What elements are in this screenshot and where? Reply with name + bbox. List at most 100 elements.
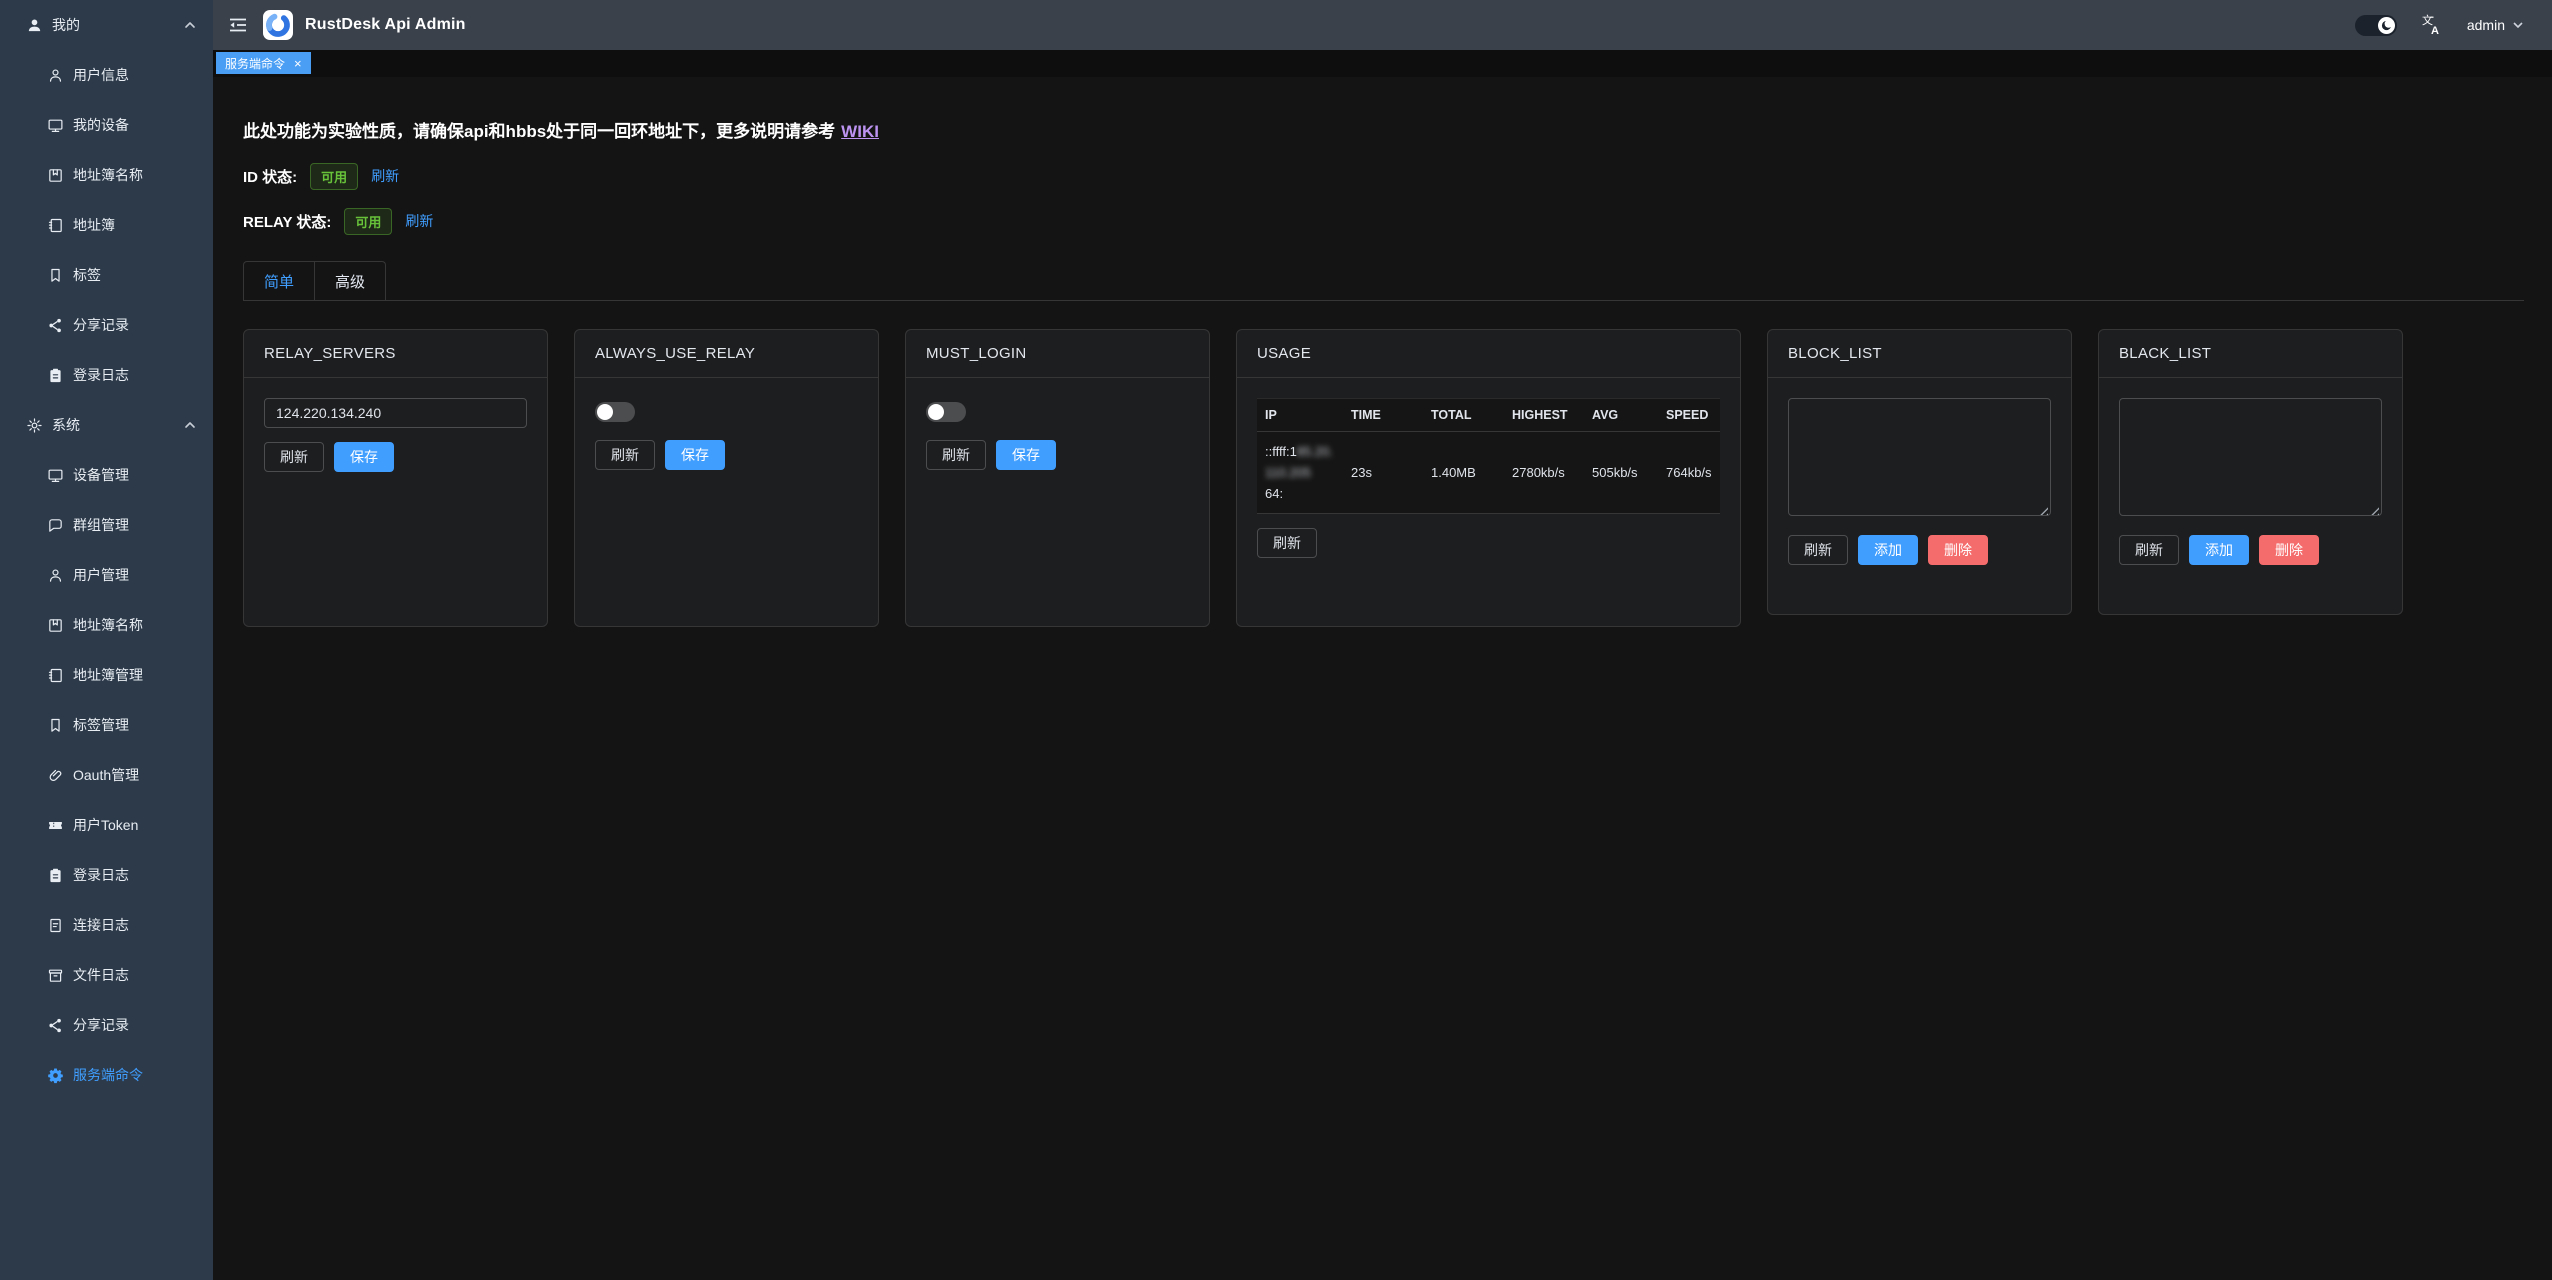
sidebar-item-label: 用户Token xyxy=(73,815,138,835)
monitor-icon xyxy=(47,467,64,484)
user-filled-icon xyxy=(26,17,43,34)
usage-total-cell: 1.40MB xyxy=(1423,432,1504,514)
usage-ip-cell: ::ffff:185.20.110.20564: xyxy=(1257,432,1343,514)
sidebar-item-label: 地址簿 xyxy=(73,215,115,235)
chevron-up-icon[interactable] xyxy=(183,18,197,32)
usage-table-row: ::ffff:185.20.110.20564: 23s 1.40MB 2780… xyxy=(1257,432,1720,514)
relay-status-label: RELAY 状态: xyxy=(243,211,331,232)
tab-strip: 服务端命令 × xyxy=(213,50,2552,77)
block-list-refresh-button[interactable]: 刷新 xyxy=(1788,535,1848,565)
black-list-delete-button[interactable]: 删除 xyxy=(2259,535,2319,565)
sidebar-item-label: 地址簿管理 xyxy=(73,665,143,685)
user-menu[interactable]: admin xyxy=(2467,17,2524,33)
must-login-refresh-button[interactable]: 刷新 xyxy=(926,440,986,470)
language-switch-icon[interactable]: 文 A xyxy=(2421,14,2443,36)
sidebar-item-device-mgmt[interactable]: 设备管理 xyxy=(0,450,213,500)
relay-status-row: RELAY 状态: 可用 刷新 xyxy=(243,208,2524,234)
must-login-save-button[interactable]: 保存 xyxy=(996,440,1056,470)
always-use-relay-save-button[interactable]: 保存 xyxy=(665,440,725,470)
sidebar-item-conn-logs[interactable]: 连接日志 xyxy=(0,900,213,950)
tab-simple[interactable]: 简单 xyxy=(243,261,315,300)
always-use-relay-refresh-button[interactable]: 刷新 xyxy=(595,440,655,470)
relay-servers-input[interactable] xyxy=(264,398,527,428)
chevron-up-icon[interactable] xyxy=(183,418,197,432)
black-list-textarea[interactable] xyxy=(2119,398,2382,516)
card-relay-servers: RELAY_SERVERS 刷新 保存 xyxy=(243,329,548,627)
sidebar-item-my-devices[interactable]: 我的设备 xyxy=(0,100,213,150)
sidebar-item-user-mgmt[interactable]: 用户管理 xyxy=(0,550,213,600)
block-list-add-button[interactable]: 添加 xyxy=(1858,535,1918,565)
user-name: admin xyxy=(2467,17,2505,33)
chat-icon xyxy=(47,517,64,534)
redacted-ip-part: 110.205 xyxy=(1265,465,1311,480)
relay-refresh-link[interactable]: 刷新 xyxy=(405,211,433,231)
sidebar-item-addrbook-name-mgmt[interactable]: 地址簿名称 xyxy=(0,600,213,650)
block-list-textarea[interactable] xyxy=(1788,398,2051,516)
bookmark-icon xyxy=(47,267,64,284)
clipboard-icon xyxy=(47,867,64,884)
rustdesk-logo-icon xyxy=(263,10,293,40)
must-login-switch[interactable] xyxy=(926,402,966,422)
cards-row: RELAY_SERVERS 刷新 保存 ALWAYS_USE_RELAY 刷新 xyxy=(243,329,2524,627)
usage-refresh-button[interactable]: 刷新 xyxy=(1257,528,1317,558)
card-title: ALWAYS_USE_RELAY xyxy=(575,330,878,378)
relay-status-badge: 可用 xyxy=(344,208,392,235)
sidebar-item-group-mgmt[interactable]: 群组管理 xyxy=(0,500,213,550)
document-icon xyxy=(47,917,64,934)
sidebar-item-addrbook-name[interactable]: 地址簿名称 xyxy=(0,150,213,200)
usage-table-header-row: IP TIME TOTAL HIGHEST AVG SPEED xyxy=(1257,399,1720,432)
black-list-refresh-button[interactable]: 刷新 xyxy=(2119,535,2179,565)
sidebar-item-user-info[interactable]: 用户信息 xyxy=(0,50,213,100)
sidebar-item-label: Oauth管理 xyxy=(73,765,139,785)
sidebar-item-share-records-sys[interactable]: 分享记录 xyxy=(0,1000,213,1050)
book-icon xyxy=(47,167,64,184)
sidebar-item-addrbook[interactable]: 地址簿 xyxy=(0,200,213,250)
relay-servers-refresh-button[interactable]: 刷新 xyxy=(264,442,324,472)
close-tab-icon[interactable]: × xyxy=(294,57,302,70)
sidebar-item-file-logs[interactable]: 文件日志 xyxy=(0,950,213,1000)
theme-toggle[interactable] xyxy=(2355,15,2397,36)
sidebar-item-label: 标签管理 xyxy=(73,715,129,735)
sidebar-item-login-logs[interactable]: 登录日志 xyxy=(0,350,213,400)
menu-fold-icon[interactable] xyxy=(227,14,249,36)
id-refresh-link[interactable]: 刷新 xyxy=(371,166,399,186)
sidebar-item-system[interactable]: 系统 xyxy=(0,400,213,450)
card-title: MUST_LOGIN xyxy=(906,330,1209,378)
bookmark-icon xyxy=(47,717,64,734)
sidebar-item-addrbook-mgmt[interactable]: 地址簿管理 xyxy=(0,650,213,700)
sidebar-item-user-token[interactable]: 用户Token xyxy=(0,800,213,850)
sidebar-item-tags[interactable]: 标签 xyxy=(0,250,213,300)
card-title: BLACK_LIST xyxy=(2099,330,2402,378)
block-list-delete-button[interactable]: 删除 xyxy=(1928,535,1988,565)
sidebar-item-label: 我的 xyxy=(52,15,80,35)
always-use-relay-switch[interactable] xyxy=(595,402,635,422)
card-black-list: BLACK_LIST 刷新 添加 删除 xyxy=(2098,329,2403,615)
gear-icon xyxy=(26,417,43,434)
sidebar-item-share-records[interactable]: 分享记录 xyxy=(0,300,213,350)
black-list-add-button[interactable]: 添加 xyxy=(2189,535,2249,565)
main-content: 此处功能为实验性质，请确保api和hbbs处于同一回环地址下，更多说明请参考WI… xyxy=(213,77,2552,1280)
sidebar-item-label: 用户管理 xyxy=(73,565,129,585)
mode-tabs: 简单 高级 xyxy=(243,261,2524,301)
sidebar-item-login-logs-sys[interactable]: 登录日志 xyxy=(0,850,213,900)
sidebar-item-tag-mgmt[interactable]: 标签管理 xyxy=(0,700,213,750)
tab-advanced[interactable]: 高级 xyxy=(315,261,386,300)
svg-text:A: A xyxy=(2431,25,2439,36)
link-icon xyxy=(47,767,64,784)
sidebar-item-my[interactable]: 我的 xyxy=(0,0,213,50)
card-always-use-relay: ALWAYS_USE_RELAY 刷新 保存 xyxy=(574,329,879,627)
id-status-row: ID 状态: 可用 刷新 xyxy=(243,163,2524,189)
usage-avg-cell: 505kb/s xyxy=(1584,432,1658,514)
tab-server-command[interactable]: 服务端命令 × xyxy=(216,52,311,74)
sidebar-item-label: 连接日志 xyxy=(73,915,129,935)
relay-servers-save-button[interactable]: 保存 xyxy=(334,442,394,472)
sidebar-item-oauth-mgmt[interactable]: Oauth管理 xyxy=(0,750,213,800)
notebook-icon xyxy=(47,667,64,684)
sidebar-item-server-cmd[interactable]: 服务端命令 xyxy=(0,1050,213,1100)
sidebar-item-label: 地址簿名称 xyxy=(73,165,143,185)
sidebar-item-label: 登录日志 xyxy=(73,865,129,885)
usage-table: IP TIME TOTAL HIGHEST AVG SPEED ::ffff:1… xyxy=(1257,398,1720,514)
card-title: RELAY_SERVERS xyxy=(244,330,547,378)
wiki-link[interactable]: WIKI xyxy=(841,122,879,141)
header: RustDesk Api Admin 文 A xyxy=(213,0,2552,50)
